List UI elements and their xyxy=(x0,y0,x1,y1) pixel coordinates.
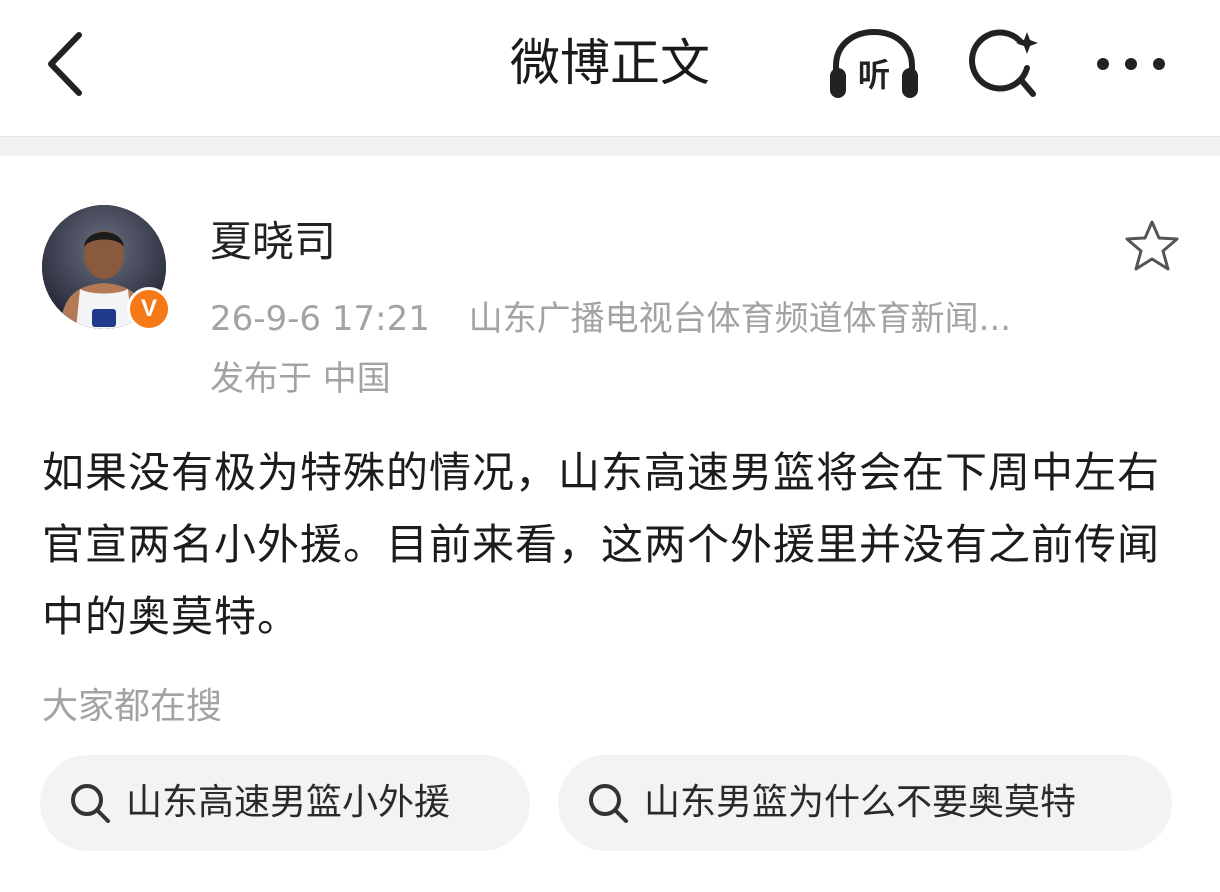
post-meta: 26-9-6 17:21 山东广播电视台体育频道体育新闻... xyxy=(210,294,1011,344)
verified-badge: V xyxy=(127,287,171,331)
top-navigation-bar: 微博正文 听 xyxy=(0,0,1220,136)
trending-label: 大家都在搜 xyxy=(42,686,223,727)
back-button[interactable] xyxy=(30,24,100,104)
post-time: 26-9-6 17:21 xyxy=(210,299,430,339)
trending-chip-label: 山东男篮为什么不要奥莫特 xyxy=(644,782,1077,823)
section-divider xyxy=(0,136,1220,156)
more-icon xyxy=(1097,58,1165,70)
star-icon xyxy=(1125,220,1179,271)
favorite-button[interactable] xyxy=(1120,214,1184,278)
post-location: 发布于 中国 xyxy=(210,359,391,399)
search-button[interactable] xyxy=(960,22,1050,106)
trending-chip[interactable]: 山东高速男篮小外援 xyxy=(40,755,530,851)
trending-chip[interactable]: 山东男篮为什么不要奥莫特 xyxy=(558,755,1172,851)
listen-label: 听 xyxy=(858,56,890,94)
search-icon xyxy=(68,781,112,825)
search-icon xyxy=(586,781,630,825)
post-source[interactable]: 山东广播电视台体育频道体育新闻... xyxy=(469,299,1011,339)
post-text: 如果没有极为特殊的情况，山东高速男篮将会在下周中左右官宣两名小外援。目前来看，这… xyxy=(42,448,1161,641)
back-arrow-icon xyxy=(48,32,82,96)
search-icon xyxy=(969,29,1038,97)
more-options-button[interactable] xyxy=(1086,22,1176,106)
listen-button[interactable]: 听 xyxy=(822,22,926,106)
username[interactable]: 夏晓司 xyxy=(210,212,336,272)
trending-chip-label: 山东高速男篮小外援 xyxy=(126,782,451,823)
headphones-icon: 听 xyxy=(830,28,918,98)
